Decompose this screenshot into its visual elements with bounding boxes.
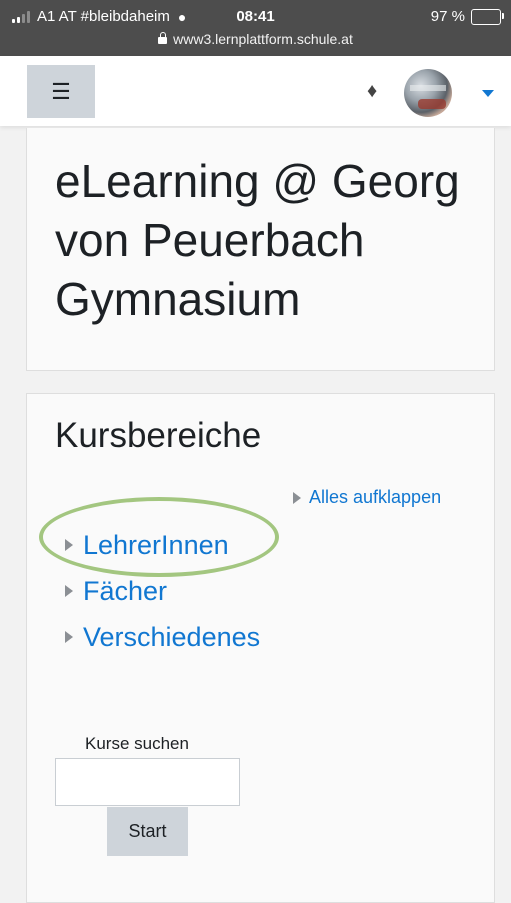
search-start-button[interactable]: Start	[107, 807, 188, 856]
lock-icon	[158, 32, 168, 44]
chevron-down-icon[interactable]	[482, 90, 494, 97]
browser-status-bar: A1 AT #bleibdaheim ● 08:41 97 % www3.ler…	[0, 0, 511, 56]
course-categories-card: Kursbereiche Alles aufklappen LehrerInne…	[26, 393, 495, 903]
top-navbar: ☰ ♦	[0, 56, 511, 126]
collapsed-arrow-icon[interactable]	[65, 631, 73, 643]
expand-all-label: Alles aufklappen	[309, 487, 442, 507]
avatar[interactable]	[404, 69, 452, 117]
bell-icon[interactable]: ♦	[367, 80, 377, 103]
collapsed-arrow-icon[interactable]	[65, 539, 73, 551]
url-bar[interactable]: www3.lernplattform.schule.at	[0, 31, 511, 47]
category-link[interactable]: Verschiedenes	[83, 622, 260, 653]
menu-toggle-button[interactable]: ☰	[27, 65, 95, 118]
expand-all-link[interactable]: Alles aufklappen	[293, 487, 441, 508]
expand-arrow-icon	[293, 491, 301, 504]
category-list: LehrerInnen Fächer Verschiedenes	[65, 522, 260, 660]
category-link[interactable]: LehrerInnen	[83, 530, 229, 561]
list-item: Fächer	[65, 568, 260, 614]
category-link[interactable]: Fächer	[83, 576, 167, 607]
battery-icon	[471, 8, 504, 25]
system-status-row: A1 AT #bleibdaheim ● 08:41 97 %	[0, 8, 511, 28]
search-input[interactable]	[55, 758, 240, 806]
search-label: Kurse suchen	[85, 734, 189, 753]
list-item: LehrerInnen	[65, 522, 260, 568]
hamburger-icon: ☰	[51, 78, 71, 104]
url-text: www3.lernplattform.schule.at	[173, 31, 353, 47]
page-title: eLearning @ Georg von Peuerbach Gymnasiu…	[55, 155, 460, 325]
battery-status: 97 %	[430, 8, 504, 25]
battery-percent: 97 %	[430, 8, 465, 25]
collapsed-arrow-icon[interactable]	[65, 585, 73, 597]
site-title-card: eLearning @ Georg von Peuerbach Gymnasiu…	[26, 128, 495, 371]
list-item: Verschiedenes	[65, 614, 260, 660]
section-title: Kursbereiche	[55, 416, 262, 455]
